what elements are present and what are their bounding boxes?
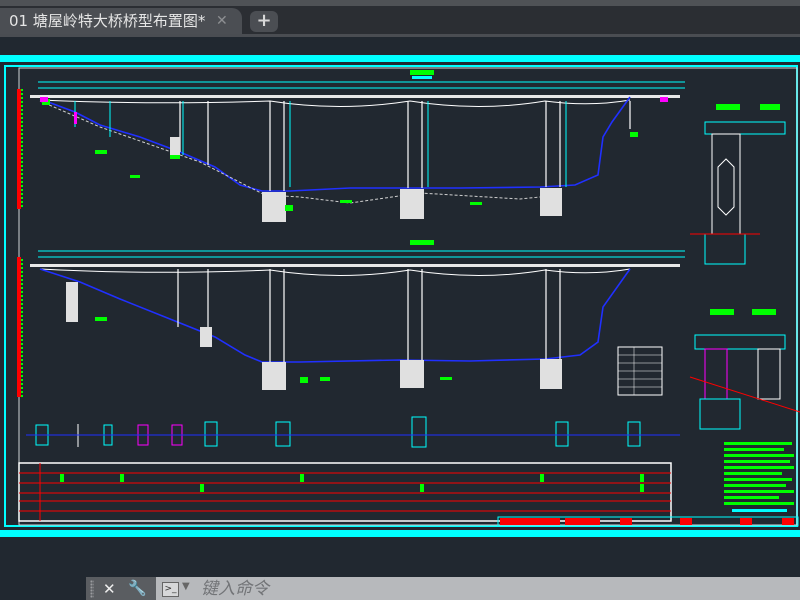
drag-grip-icon[interactable] bbox=[90, 580, 94, 598]
tab-drawing[interactable]: 01 塘屋岭特大桥桥型布置图* ✕ bbox=[0, 8, 242, 34]
wrench-icon[interactable]: 🔧 bbox=[128, 579, 147, 597]
chevron-down-icon[interactable]: ▼ bbox=[182, 581, 190, 592]
close-icon[interactable]: ✕ bbox=[216, 8, 228, 34]
tab-label: 01 塘屋岭特大桥桥型布置图* bbox=[9, 12, 206, 30]
tab-bar-strip bbox=[0, 0, 800, 6]
new-tab-button[interactable]: + bbox=[250, 11, 278, 32]
frame-top-band bbox=[0, 55, 800, 62]
notes-block bbox=[724, 442, 794, 512]
command-line: ✕ 🔧 >_ ▼ bbox=[86, 577, 800, 600]
cad-drawing bbox=[0, 55, 800, 537]
cross-section-bottom bbox=[689, 309, 800, 430]
elevation-view-2 bbox=[17, 240, 685, 397]
quantity-table bbox=[617, 346, 663, 396]
cross-section-top bbox=[690, 104, 786, 265]
close-icon[interactable]: ✕ bbox=[103, 580, 116, 598]
command-prompt-icon[interactable]: >_ bbox=[162, 582, 179, 597]
document-tab-bar: 01 塘屋岭特大桥桥型布置图* ✕ + bbox=[0, 0, 800, 37]
pier-details bbox=[26, 416, 680, 448]
command-line-handle[interactable]: ✕ 🔧 bbox=[86, 577, 156, 600]
command-input[interactable] bbox=[201, 578, 781, 599]
profile-data-table bbox=[18, 462, 672, 522]
drawing-canvas[interactable] bbox=[0, 37, 800, 578]
elevation-view-1 bbox=[17, 70, 685, 222]
frame-bottom-band bbox=[0, 530, 800, 537]
